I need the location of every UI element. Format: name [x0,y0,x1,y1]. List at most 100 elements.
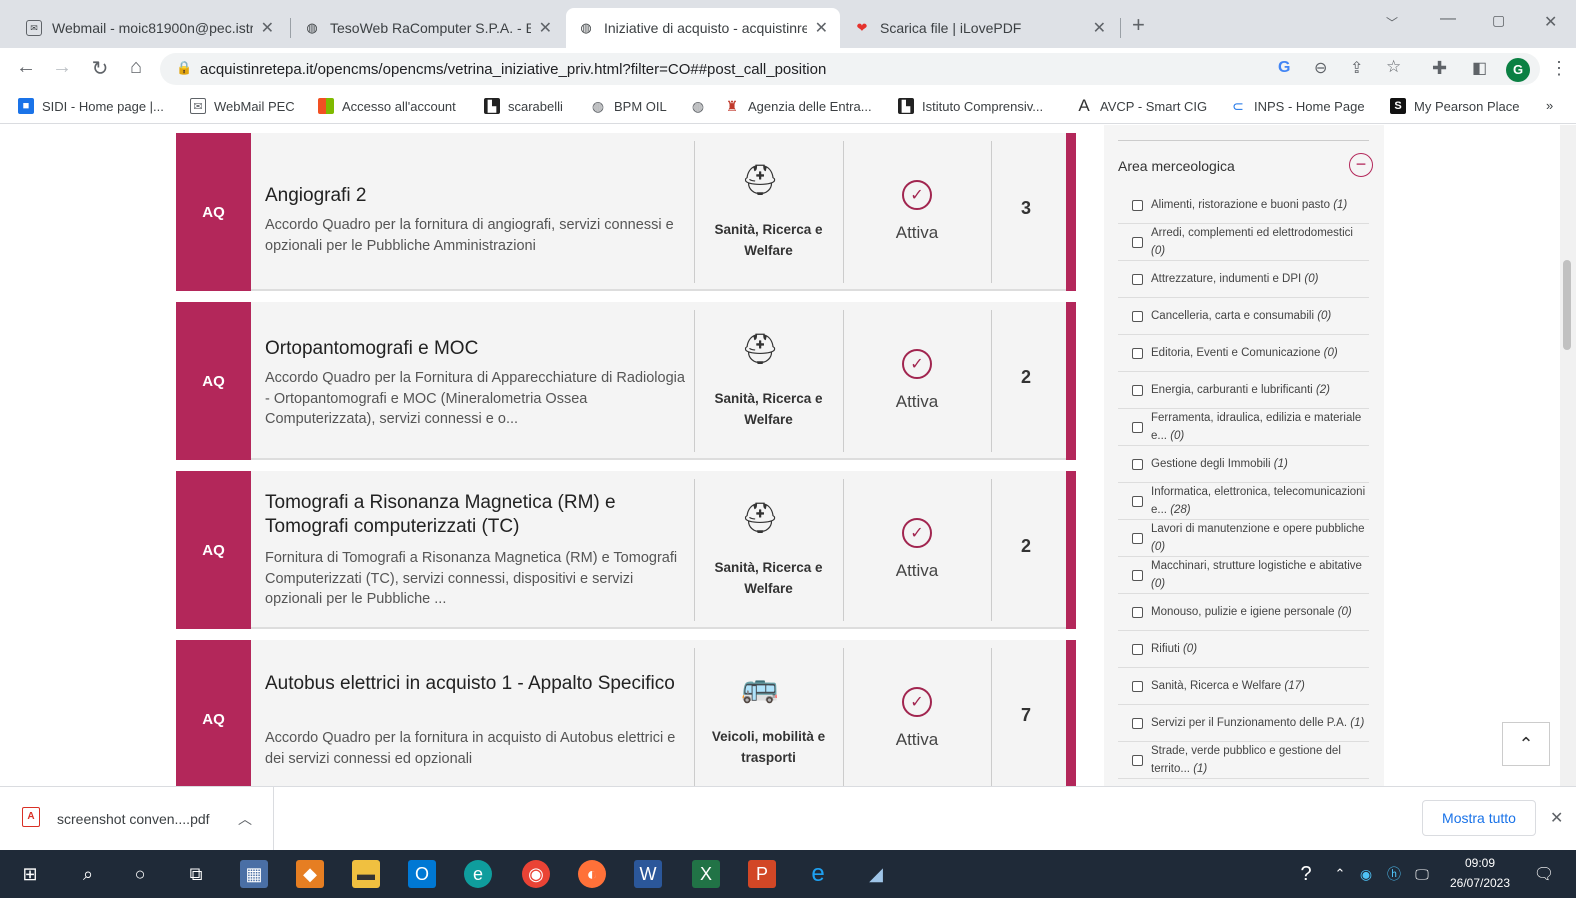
calculator-icon[interactable]: ▦ [240,860,268,888]
firefox-icon[interactable]: ◐ [578,860,606,888]
checkbox[interactable] [1132,643,1143,655]
close-tab-icon[interactable]: ✕ [261,18,274,38]
initiative-title[interactable]: Autobus elettrici in acquisto 1 - Appalt… [265,672,685,696]
initiative-title[interactable]: Ortopantomografi e MOC [265,337,685,361]
google-icon[interactable]: G [1278,59,1290,77]
task-view-icon[interactable]: ⧉ [182,860,210,888]
tab-search-icon[interactable]: ﹀ [1386,14,1398,31]
bookmark-sidi[interactable]: ■ SIDI - Home page |... [18,98,164,114]
initiative-title[interactable]: Angiografi 2 [265,184,685,208]
close-tab-icon[interactable]: ✕ [815,18,828,38]
tab-iniziative-active[interactable]: ◍ Iniziative di acquisto - acquistinre ✕ [566,8,840,48]
initiative-card[interactable]: AQ Autobus elettrici in acquisto 1 - App… [176,640,1076,786]
share-icon[interactable]: ⇪ [1350,58,1363,78]
new-tab-button[interactable]: + [1132,12,1145,38]
bookmark-avcp[interactable]: A AVCP - Smart CIG [1076,96,1207,115]
checkbox[interactable] [1132,754,1143,766]
filter-option[interactable]: Ferramenta, idraulica, edilizia e materi… [1118,409,1369,446]
powerpoint-icon[interactable]: P [748,860,776,888]
profile-avatar[interactable]: G [1506,58,1530,82]
bookmark-webmail-pec[interactable]: ✉ WebMail PEC [190,98,295,114]
filter-option[interactable]: Servizi per il Funzionamento delle P.A. … [1118,705,1369,742]
page-scrollbar[interactable] [1560,125,1576,786]
checkbox[interactable] [1132,273,1143,285]
filter-option[interactable]: Macchinari, strutture logistiche e abita… [1118,557,1369,594]
filter-option[interactable]: Rifiuti (0) [1118,631,1369,668]
filter-option[interactable]: Energia, carburanti e lubrificanti (2) [1118,372,1369,409]
extensions-icon[interactable]: ✚ [1432,58,1447,79]
tab-tesoweb[interactable]: ◍ TesoWeb RaComputer S.P.A. - Bi ✕ [292,8,564,48]
initiative-card[interactable]: AQ Ortopantomografi e MOC Accordo Quadro… [176,302,1076,460]
minimize-icon[interactable]: — [1440,10,1456,28]
tray-chevron-icon[interactable]: ⌃ [1326,860,1354,888]
filter-option[interactable]: Strade, verde pubblico e gestione del te… [1118,742,1369,779]
side-panel-icon[interactable]: ◧ [1472,58,1487,78]
bookmark-agenzia-entrate[interactable]: ♜ Agenzia delle Entra... [724,98,872,114]
checkbox[interactable] [1132,532,1143,544]
initiative-title[interactable]: Tomografi a Risonanza Magnetica (RM) e T… [265,491,685,539]
close-tab-icon[interactable]: ✕ [539,18,552,38]
filter-option[interactable]: Lavori di manutenzione e opere pubbliche… [1118,520,1369,557]
checkbox[interactable] [1132,606,1143,618]
bookmark-globe[interactable]: ◍ [690,98,714,114]
checkbox[interactable] [1132,569,1143,581]
initiative-card[interactable]: AQ Angiografi 2 Accordo Quadro per la fo… [176,133,1076,291]
app-icon[interactable]: ◆ [296,860,324,888]
bookmarks-overflow[interactable]: » [1546,98,1553,113]
maximize-icon[interactable]: ▢ [1492,12,1505,29]
filter-option[interactable]: Sanità, Ricerca e Welfare (17) [1118,668,1369,705]
close-tab-icon[interactable]: ✕ [1093,18,1106,38]
network-icon[interactable]: 🖵 [1408,860,1436,888]
filter-option[interactable]: Monouso, pulizie e igiene personale (0) [1118,594,1369,631]
bookmark-scarabelli[interactable]: ▙ scarabelli [484,98,563,114]
cortana-icon[interactable]: ○ [126,860,154,888]
url-text[interactable]: acquistinretepa.it/opencms/opencms/vetri… [200,61,826,78]
reload-icon[interactable]: ↻ [88,56,112,81]
clock-date[interactable]: 26/07/2023 [1440,876,1520,890]
collapse-icon[interactable]: − [1349,153,1373,177]
checkbox[interactable] [1132,495,1143,507]
bookmark-inps[interactable]: ⊂ INPS - Home Page [1230,98,1364,114]
outlook-icon[interactable]: O [408,860,436,888]
checkbox[interactable] [1132,384,1143,396]
bookmark-pearson[interactable]: S My Pearson Place [1390,98,1520,114]
bookmark-bpm-oil[interactable]: ◍ BPM OIL [590,98,667,114]
close-download-bar-icon[interactable]: ✕ [1550,808,1563,828]
help-icon[interactable]: ? [1292,860,1320,888]
checkbox[interactable] [1132,347,1143,359]
bookmark-account[interactable]: Accesso all'account [318,98,456,114]
app-icon[interactable]: ◢ [862,860,890,888]
back-icon[interactable]: ← [14,56,38,79]
filter-option[interactable]: Informatica, elettronica, telecomunicazi… [1118,483,1369,520]
bookmark-istituto[interactable]: ▙ Istituto Comprensiv... [898,98,1043,114]
excel-icon[interactable]: X [692,860,720,888]
tab-webmail[interactable]: ✉ Webmail - moic81900n@pec.istr ✕ [14,8,286,48]
bookmark-star-icon[interactable]: ☆ [1386,57,1401,77]
file-explorer-icon[interactable]: ▬ [352,860,380,888]
filter-option[interactable]: Alimenti, ristorazione e buoni pasto (1) [1118,187,1369,224]
chevron-up-icon[interactable]: ︿ [238,809,252,829]
home-icon[interactable]: ⌂ [124,56,148,79]
scrollbar-thumb[interactable] [1563,260,1571,350]
hp-icon[interactable]: ⓗ [1380,860,1408,888]
tab-ilovepdf[interactable]: ❤ Scarica file | iLovePDF ✕ [842,8,1118,48]
back-to-top-button[interactable]: ⌃ [1502,722,1550,766]
tray-app-icon[interactable]: ◉ [1352,860,1380,888]
filter-option[interactable]: Gestione degli Immobili (1) [1118,446,1369,483]
window-close-icon[interactable]: ✕ [1544,12,1557,32]
zoom-icon[interactable]: ⊖ [1314,58,1327,78]
windows-start-icon[interactable]: ⊞ [16,860,44,888]
menu-icon[interactable]: ⋮ [1550,58,1568,79]
checkbox[interactable] [1132,199,1143,211]
download-filename[interactable]: screenshot conven....pdf [57,811,210,827]
filter-option[interactable]: Editoria, Eventi e Comunicazione (0) [1118,335,1369,372]
filter-option[interactable]: Cancelleria, carta e consumabili (0) [1118,298,1369,335]
notifications-icon[interactable]: 🗨 [1530,860,1558,888]
checkbox[interactable] [1132,717,1143,729]
word-icon[interactable]: W [634,860,662,888]
show-all-button[interactable]: Mostra tutto [1422,800,1536,836]
checkbox[interactable] [1132,680,1143,692]
address-bar[interactable]: 🔒 acquistinretepa.it/opencms/opencms/vet… [160,53,1540,85]
checkbox[interactable] [1132,236,1143,248]
initiative-card[interactable]: AQ Tomografi a Risonanza Magnetica (RM) … [176,471,1076,629]
